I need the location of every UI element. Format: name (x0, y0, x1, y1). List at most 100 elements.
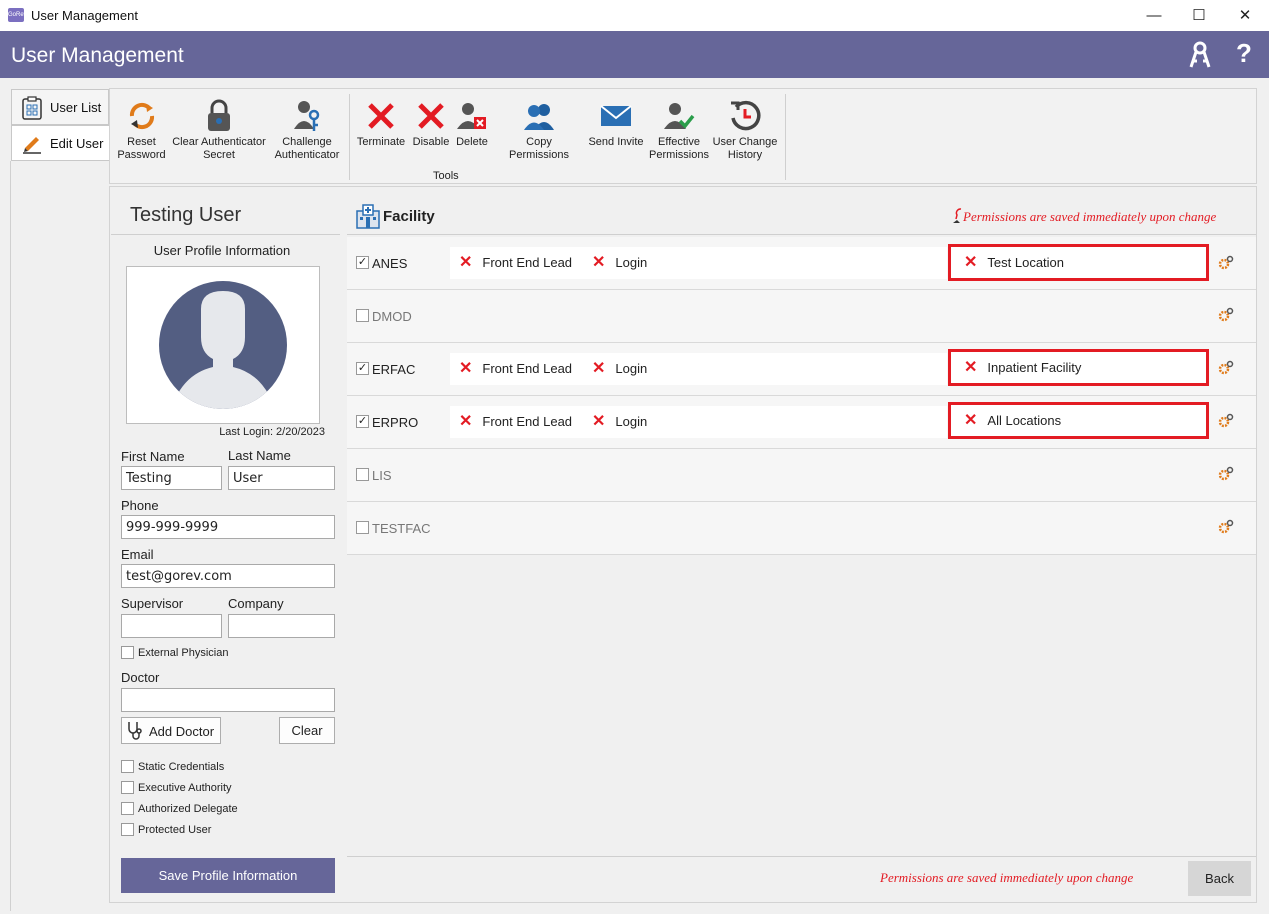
facility-checkbox[interactable]: ✓ (356, 362, 369, 375)
add-doctor-label: Add Doctor (149, 724, 215, 739)
disable-button[interactable]: Disable (409, 96, 453, 149)
facility-checkbox[interactable]: ✓ (356, 256, 369, 269)
clear-auth-label: Clear Authenticator (172, 136, 266, 148)
facility-checkbox[interactable] (356, 521, 369, 534)
challenge-authenticator-button[interactable]: Challenge Authenticator (271, 96, 343, 162)
clipboard-icon (22, 96, 42, 120)
location-tag[interactable]: ✕ All Locations (948, 402, 1209, 439)
facility-row: ✓ ERFAC ✕ Front End Lead ✕ Login ✕ Inpatien… (347, 343, 1256, 396)
help-icon[interactable]: ? (1236, 38, 1252, 69)
reset-password-label: Reset (127, 136, 156, 148)
facility-checkbox[interactable] (356, 309, 369, 322)
user-silhouette-icon (159, 281, 287, 409)
user-change-history-label-2: History (727, 149, 763, 161)
phone-label: Phone (121, 498, 159, 513)
tools-group-caption: Tools (433, 170, 459, 182)
gear-icon[interactable] (1218, 360, 1234, 376)
send-invite-button[interactable]: Send Invite (586, 96, 646, 149)
user-delete-icon (457, 103, 486, 129)
terminate-button[interactable]: Terminate (355, 96, 407, 149)
copy-permissions-button[interactable]: Copy Permissions (495, 96, 583, 162)
supervisor-field[interactable] (121, 614, 222, 638)
remove-icon[interactable]: ✕ (459, 413, 472, 430)
x-icon (368, 103, 394, 129)
static-credentials-checkbox[interactable] (121, 760, 134, 773)
send-invite-label: Send Invite (588, 136, 644, 148)
external-physician-label: External Physician (138, 647, 229, 659)
gear-icon[interactable] (1218, 466, 1234, 482)
role-tag-label: Login (615, 361, 648, 376)
keys-icon[interactable] (1186, 41, 1214, 69)
location-label: All Locations (987, 413, 1062, 428)
remove-icon[interactable]: ✕ (964, 359, 977, 376)
remove-icon[interactable]: ✕ (592, 413, 605, 430)
gear-icon[interactable] (1218, 413, 1234, 429)
clear-doctor-button[interactable]: Clear (279, 717, 335, 744)
role-tag[interactable]: ✕ Front End Lead (459, 247, 572, 279)
external-physician-checkbox[interactable] (121, 646, 134, 659)
maximize-button[interactable]: ☐ (1176, 0, 1222, 31)
facility-row: LIS (347, 449, 1256, 502)
location-tag[interactable]: ✕ Inpatient Facility (948, 349, 1209, 386)
authorized-delegate-checkbox[interactable] (121, 802, 134, 815)
role-tags: ✕ Front End Lead ✕ Login (450, 353, 947, 385)
remove-icon[interactable]: ✕ (964, 254, 977, 271)
facility-row: TESTFAC (347, 502, 1256, 555)
user-key-icon (294, 101, 320, 131)
facility-code: ANES (372, 256, 408, 271)
protected-user-checkbox[interactable] (121, 823, 134, 836)
tab-edit-user[interactable]: Edit User (11, 125, 110, 161)
company-field[interactable] (228, 614, 335, 638)
role-tag[interactable]: ✕ Login (592, 406, 647, 438)
last-name-field[interactable]: User (228, 466, 335, 490)
role-tag[interactable]: ✕ Front End Lead (459, 353, 572, 385)
history-icon (731, 100, 761, 131)
email-field[interactable]: test@gorev.com (121, 564, 335, 588)
effective-permissions-button[interactable]: Effective Permissions (648, 96, 710, 162)
clear-authenticator-secret-button[interactable]: Clear Authenticator Secret (170, 96, 268, 162)
save-profile-button[interactable]: Save Profile Information (121, 858, 335, 893)
role-tags: ✕ Front End Lead ✕ Login (450, 247, 947, 279)
permissions-note-footer: Permissions are saved immediately upon c… (880, 870, 1134, 885)
role-tag[interactable]: ✕ Front End Lead (459, 406, 572, 438)
phone-field[interactable]: 999-999-9999 (121, 515, 335, 539)
reset-password-button[interactable]: Reset Password (114, 96, 169, 162)
first-name-field[interactable]: Testing (121, 466, 222, 490)
remove-icon[interactable]: ✕ (964, 412, 977, 429)
delete-button[interactable]: Delete (453, 96, 491, 149)
user-change-history-label: User Change (712, 136, 778, 148)
effective-permissions-label: Effective (658, 136, 700, 148)
users-icon (524, 104, 554, 130)
gear-icon[interactable] (1218, 307, 1234, 323)
role-tag-label: Front End Lead (482, 255, 573, 270)
remove-icon[interactable]: ✕ (459, 360, 472, 377)
minimize-button[interactable]: — (1131, 0, 1177, 31)
close-button[interactable]: ✕ (1222, 0, 1268, 31)
remove-icon[interactable]: ✕ (592, 360, 605, 377)
remove-icon[interactable]: ✕ (459, 254, 472, 271)
executive-authority-checkbox[interactable] (121, 781, 134, 794)
tab-user-list[interactable]: User List (11, 89, 109, 125)
add-doctor-button[interactable]: Add Doctor (121, 717, 221, 744)
clear-auth-label-2: Secret (203, 149, 235, 161)
user-change-history-button[interactable]: User Change History (711, 96, 779, 162)
gear-icon[interactable] (1218, 255, 1234, 271)
profile-section-title: User Profile Information (153, 243, 291, 258)
reset-password-label-2: Password (117, 149, 166, 161)
role-tag[interactable]: ✕ Login (592, 247, 647, 279)
back-button[interactable]: Back (1188, 861, 1251, 896)
first-name-label: First Name (121, 449, 185, 464)
avatar[interactable] (126, 266, 320, 424)
location-label: Inpatient Facility (987, 360, 1082, 375)
user-name-heading: Testing User (130, 204, 242, 226)
role-tag-label: Login (615, 414, 648, 429)
copy-permissions-label: Copy Permissions (509, 136, 569, 161)
remove-icon[interactable]: ✕ (592, 254, 605, 271)
doctor-field[interactable] (121, 688, 335, 712)
challenge-auth-label: Challenge (282, 136, 332, 148)
location-tag[interactable]: ✕ Test Location (948, 244, 1209, 281)
facility-checkbox[interactable]: ✓ (356, 415, 369, 428)
facility-checkbox[interactable] (356, 468, 369, 481)
gear-icon[interactable] (1218, 519, 1234, 535)
role-tag[interactable]: ✕ Login (592, 353, 647, 385)
